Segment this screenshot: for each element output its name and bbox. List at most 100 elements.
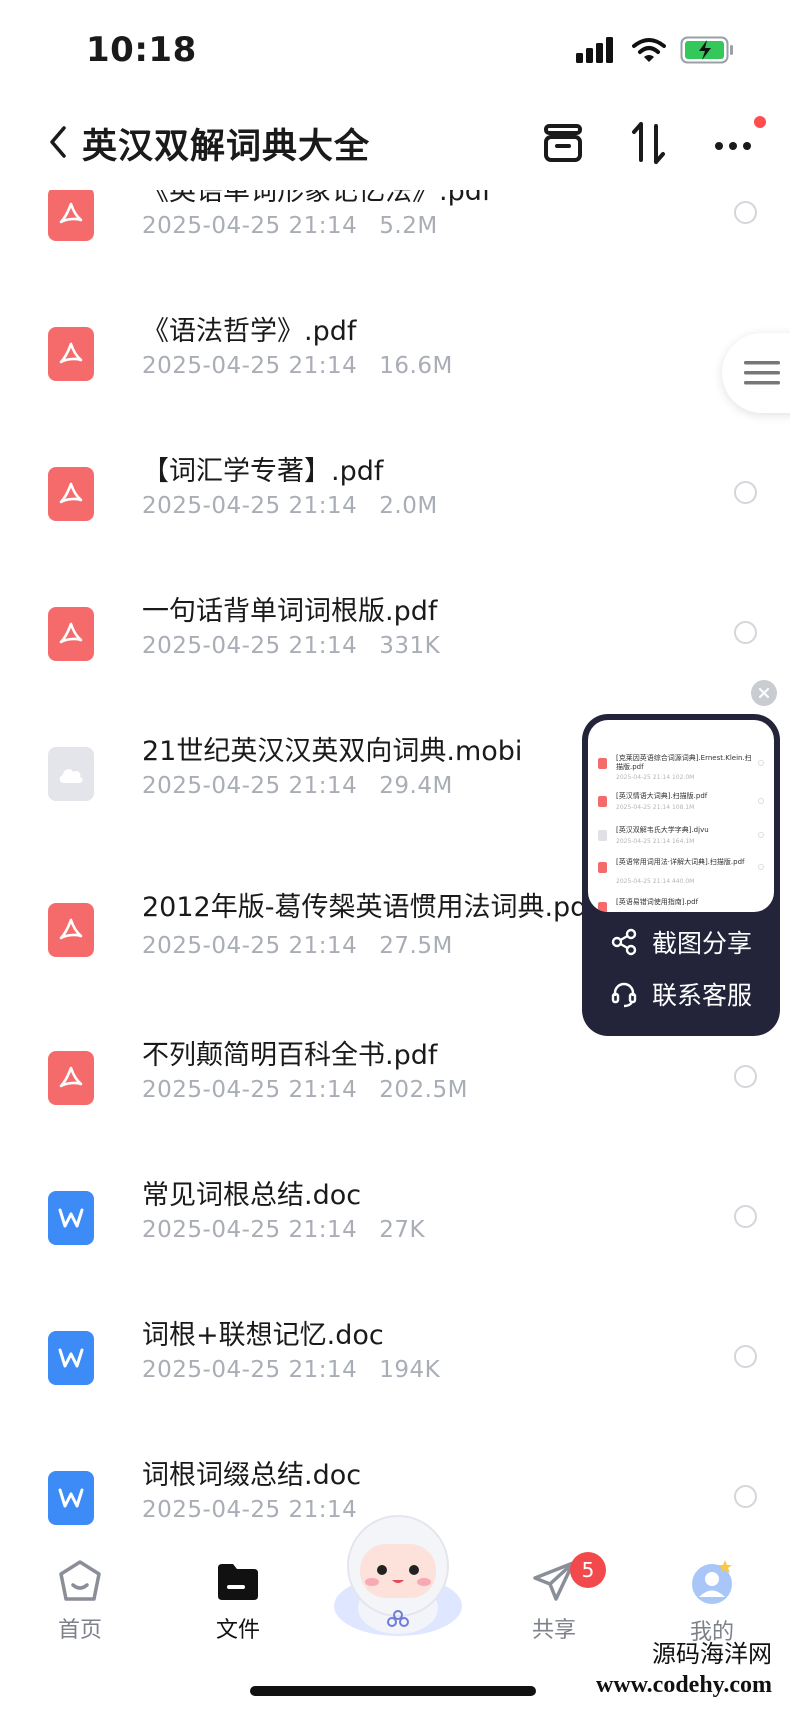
file-meta: 2025-04-25 21:14 331K [142,633,440,659]
list-item[interactable]: 《语法哲学》.pdf 2025-04-25 21:14 16.6M [0,315,790,455]
file-name: 不列颠简明百科全书.pdf [142,1040,438,1071]
status-icons [576,36,734,64]
word-file-icon [48,1191,94,1245]
select-radio[interactable] [734,201,757,224]
file-meta: 2025-04-25 21:14 29.4M [142,773,453,799]
pdf-file-icon [598,758,607,769]
list-item[interactable]: 词根+联想记忆.doc 2025-04-25 21:14 194K [0,1320,790,1475]
floating-share-panel: [克莱因英语综合词源词典].Ernest.Klein.扫描版.pdf 2025-… [582,714,780,1036]
share-badge: 5 [570,1552,606,1588]
watermark: 源码海洋网 www.codehy.com [596,1640,772,1700]
pdf-file-icon [48,607,94,661]
more-options-icon[interactable] [708,118,758,168]
contact-service-button[interactable]: 联系客服 [610,974,752,1014]
watermark-line1: 源码海洋网 [652,1642,772,1668]
file-date: 2025-04-25 21:14 [142,493,358,519]
thumbnail-row: [英语常用词用法·详解大词典].扫描版.pdf 2025-04-25 21:14… [596,858,768,894]
contact-service-label: 联系客服 [652,981,753,1010]
sort-icon[interactable] [624,118,674,168]
select-radio[interactable] [734,481,757,504]
file-meta: 2025-04-25 21:14 2.0M [142,493,438,519]
home-face-icon [59,1560,101,1601]
select-radio[interactable] [734,1065,757,1088]
file-date: 2025-04-25 21:14 [142,213,358,239]
pdf-file-icon [598,902,607,912]
battery-charging-icon [680,36,733,64]
file-date: 2025-04-25 21:14 [142,1357,358,1383]
nav-item-files[interactable]: 文件 [188,1558,288,1644]
file-name: 常见词根总结.doc [142,1180,362,1211]
file-size: 16.6M [379,353,453,379]
select-radio[interactable] [734,1345,757,1368]
file-size: 27K [379,1217,426,1243]
screenshot-share-label: 截图分享 [652,929,753,958]
file-size: 202.5M [379,1077,468,1103]
pdf-file-icon [48,187,94,241]
thumbnail-file-name: [英语易错词使用指南].pdf [616,898,699,906]
notification-dot [754,116,766,128]
file-date: 2025-04-25 21:14 [142,773,358,799]
home-indicator [250,1686,536,1696]
list-item[interactable]: 不列颠简明百科全书.pdf 2025-04-25 21:14 202.5M [0,1040,790,1195]
thumbnail-file-meta: 2025-04-25 21:14 108.1M [616,804,695,811]
thumbnail-file-name: [英语常用词用法·详解大词典].扫描版.pdf [616,858,745,866]
cloud-file-icon [48,747,94,801]
file-size: 2.0M [379,493,438,519]
pdf-file-icon [598,862,607,873]
file-meta: 2025-04-25 21:14 27K [142,1217,425,1243]
file-meta: 2025-04-25 21:14 202.5M [142,1077,468,1103]
pdf-file-icon [48,327,94,381]
thumbnail-row: [克莱因英语综合词源词典].Ernest.Klein.扫描版.pdf 2025-… [596,754,768,790]
nav-item-home[interactable]: 首页 [30,1558,130,1644]
file-date: 2025-04-25 21:14 [142,1497,358,1523]
file-meta: 2025-04-25 21:14 5.2M [142,213,438,239]
file-name: 一句话背单词词根版.pdf [142,596,438,627]
list-item[interactable]: 【词汇学专著】.pdf 2025-04-25 21:14 2.0M [0,455,790,595]
watermark-line2: www.codehy.com [596,1672,772,1698]
select-radio [758,760,764,766]
select-radio [758,864,764,870]
thumbnail-file-name: [英汉双解韦氏大学字典].djvu [616,826,709,834]
list-item[interactable]: 常见词根总结.doc 2025-04-25 21:14 27K [0,1180,790,1335]
file-size: 331K [379,633,441,659]
thumbnail-row: [英汉双解韦氏大学字典].djvu 2025-04-25 21:14 164.1… [596,826,768,862]
archive-box-icon[interactable] [538,118,588,168]
file-date: 2025-04-25 21:14 [142,933,358,959]
status-time: 10:18 [86,30,197,70]
back-arrow-icon[interactable] [44,122,72,162]
screenshot-share-button[interactable]: 截图分享 [610,922,752,962]
file-name: 【词汇学专著】.pdf [142,456,384,487]
thumbnail-file-name: [克莱因英语综合词源词典].Ernest.Klein.扫描版.pdf [616,754,752,771]
thumbnail-file-name: [英汉情语大词典].扫描版.pdf [616,792,708,800]
nav-label-files: 文件 [215,1618,260,1643]
file-name: 2012年版-葛传椝英语惯用法词典.pdf [142,892,597,923]
pdf-file-icon [598,796,607,807]
word-file-icon [48,1331,94,1385]
wifi-icon [632,38,666,62]
file-meta: 2025-04-25 21:14 27.5M [142,933,453,959]
file-date: 2025-04-25 21:14 [142,1217,358,1243]
select-radio[interactable] [734,1485,757,1508]
thumbnail-row: [英语易错词使用指南].pdf [596,898,768,912]
mascot-assistant-icon[interactable] [326,1510,470,1640]
file-size: 29.4M [379,773,453,799]
page-title: 英汉双解词典大全 [82,127,371,167]
pdf-file-icon [48,903,94,957]
select-radio[interactable] [734,1205,757,1228]
select-radio[interactable] [734,621,757,644]
nav-item-mine[interactable]: 我的 [662,1558,762,1646]
list-item[interactable]: 《英语单词形象记忆法》.pdf 2025-04-25 21:14 5.2M [0,175,790,315]
screenshot-thumbnail[interactable]: [克莱因英语综合词源词典].Ernest.Klein.扫描版.pdf 2025-… [588,720,774,912]
headset-icon [611,982,637,1008]
file-size: 194K [379,1357,441,1383]
user-avatar-icon [692,1560,732,1604]
cloud-file-icon [598,830,607,841]
cellular-signal-icon [576,37,613,63]
file-meta: 2025-04-25 21:14 194K [142,1357,440,1383]
close-icon[interactable] [751,680,777,706]
file-name: 词根+联想记忆.doc [142,1320,384,1351]
menu-icon [744,361,780,385]
thumbnail-row: [英汉情语大词典].扫描版.pdf 2025-04-25 21:14 108.1… [596,792,768,828]
file-size: 5.2M [379,213,438,239]
word-file-icon [48,1471,94,1525]
